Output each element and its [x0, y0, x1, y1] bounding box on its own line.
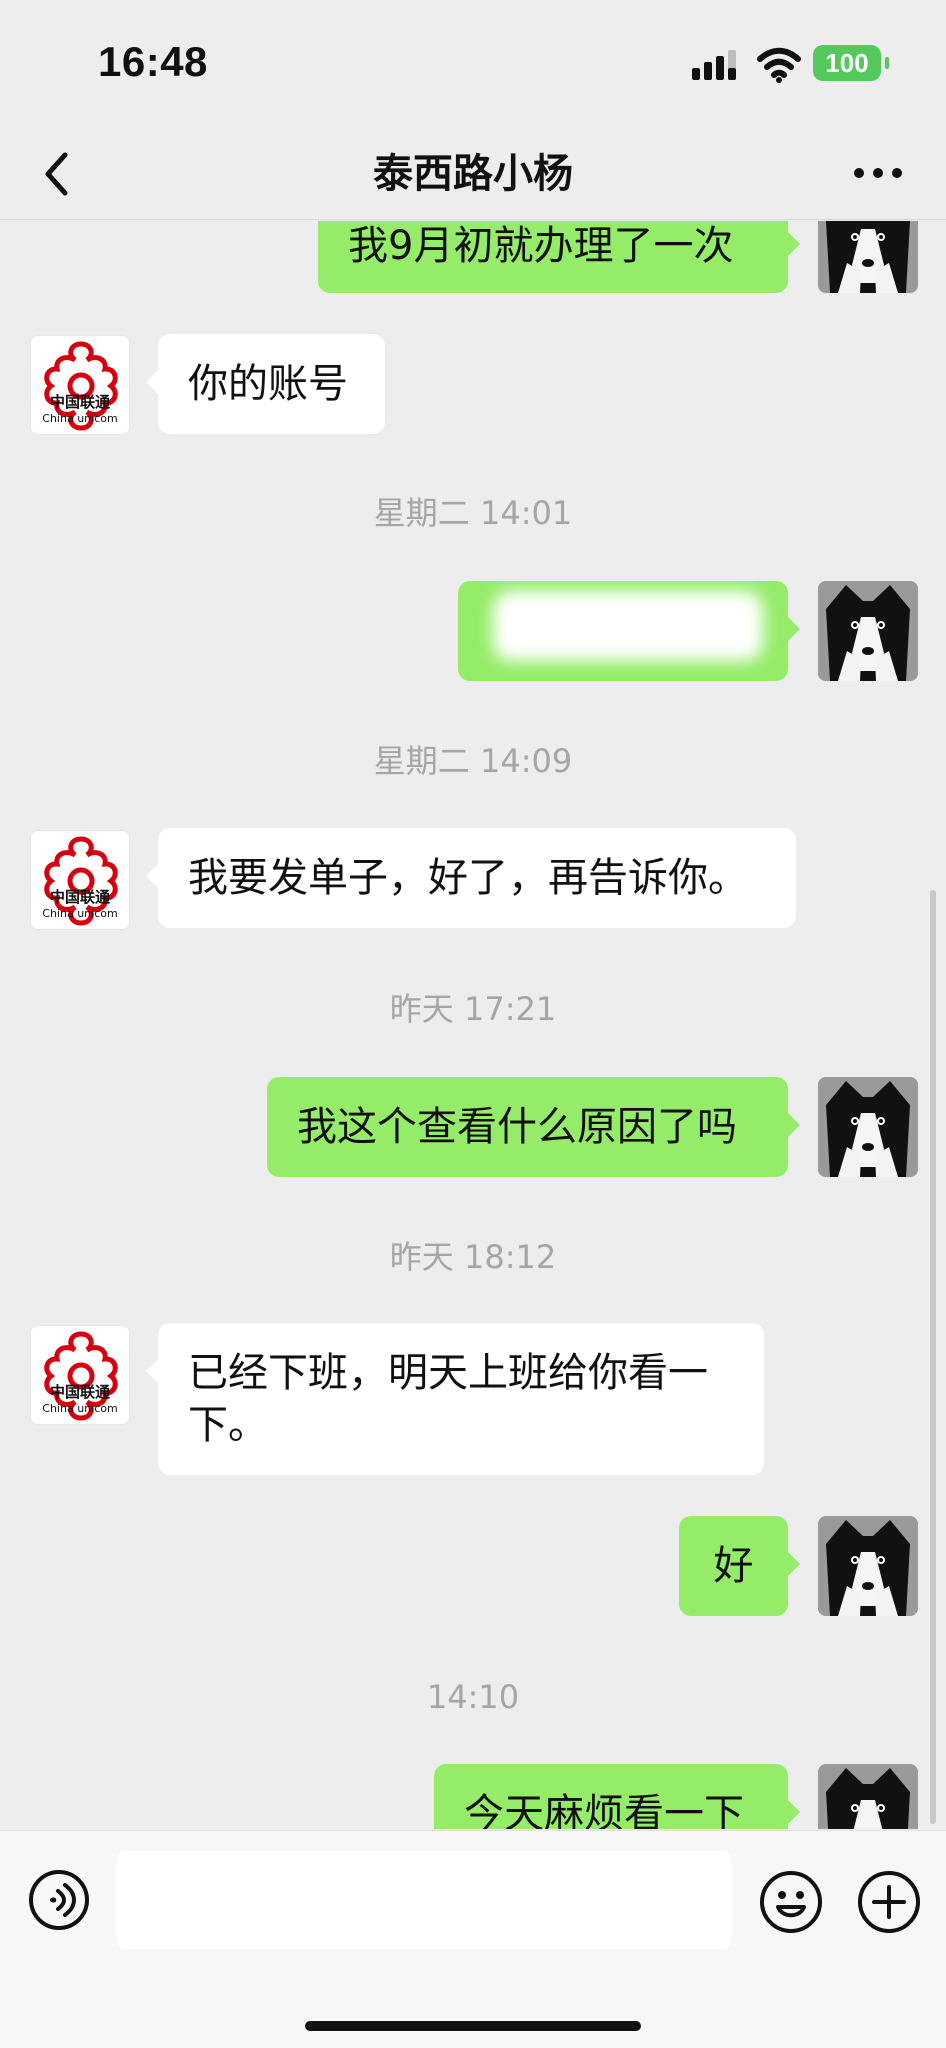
status-bar: 16:48 100 — [0, 0, 946, 128]
dog-avatar[interactable] — [818, 221, 918, 293]
message-bubble[interactable]: 好 — [679, 1516, 800, 1616]
china-unicom-avatar[interactable]: 中国联通 China unicom — [30, 1325, 130, 1425]
plus-icon[interactable] — [856, 1869, 922, 1935]
chat-title: 泰西路小杨 — [373, 151, 573, 197]
message-text: 已经下班，明天上班给你看一下。 — [188, 1350, 708, 1448]
chat-scrollbar[interactable] — [930, 890, 936, 1824]
dog-avatar[interactable] — [818, 1516, 918, 1616]
avatar-label: 中国联通 — [49, 393, 110, 411]
message-bubble[interactable]: 我这个查看什么原因了吗 — [267, 1077, 800, 1177]
avatar-label: 中国联通 — [49, 888, 110, 906]
message-text: 今天麻烦看一下 — [464, 1791, 744, 1829]
avatar-sublabel: China unicom — [42, 1402, 118, 1415]
message-text: 我要发单子，好了，再告诉你。 — [188, 855, 748, 901]
message-text: 我这个查看什么原因了吗 — [297, 1104, 737, 1150]
message-timestamp: 14:10 — [426, 1678, 520, 1716]
dog-avatar[interactable] — [818, 581, 918, 681]
voice-icon[interactable] — [28, 1869, 90, 1931]
emoji-icon[interactable] — [758, 1869, 824, 1935]
message-bubble[interactable]: 我9月初就办理了一次 — [318, 221, 800, 293]
home-indicator — [305, 2021, 641, 2031]
avatar-sublabel: China unicom — [42, 412, 118, 425]
message-bubble[interactable] — [458, 581, 800, 681]
wifi-icon — [757, 47, 801, 83]
message-timestamp: 星期二 14:09 — [373, 742, 573, 780]
signal-icon — [692, 50, 736, 80]
message-input-bar — [0, 1830, 946, 2048]
message-bubble[interactable]: 你的账号 — [146, 334, 385, 434]
chat-header: 泰西路小杨 — [0, 128, 946, 220]
message-bubble[interactable]: 今天麻烦看一下 — [434, 1764, 800, 1829]
china-unicom-avatar[interactable]: 中国联通 China unicom — [30, 335, 130, 435]
dog-avatar[interactable] — [818, 1764, 918, 1829]
china-unicom-avatar[interactable]: 中国联通 China unicom — [30, 830, 130, 930]
message-bubble[interactable]: 我要发单子，好了，再告诉你。 — [146, 828, 796, 928]
message-text: 好 — [713, 1543, 754, 1589]
status-time: 16:48 — [98, 38, 208, 85]
message-text: 我9月初就办理了一次 — [348, 223, 734, 269]
message-text: 你的账号 — [188, 361, 348, 407]
dog-avatar[interactable] — [818, 1077, 918, 1177]
message-bubble[interactable]: 已经下班，明天上班给你看一下。 — [146, 1323, 764, 1475]
avatar-label: 中国联通 — [49, 1383, 110, 1401]
message-input[interactable] — [116, 1851, 732, 1949]
message-timestamp: 星期二 14:01 — [373, 494, 573, 532]
battery-indicator: 100 — [813, 45, 889, 81]
more-dots-icon[interactable] — [850, 158, 906, 188]
message-timestamp: 昨天 17:21 — [389, 990, 557, 1028]
avatar-sublabel: China unicom — [42, 907, 118, 920]
chat-screen: 16:48 100 泰西路小杨 我9月初就办理了一次 中国联通 China un… — [0, 0, 946, 2048]
message-list[interactable]: 我9月初就办理了一次 中国联通 China unicom 你的账号 星期二 14… — [0, 221, 946, 1829]
message-timestamp: 昨天 18:12 — [389, 1238, 557, 1276]
blurred-content — [493, 591, 763, 661]
